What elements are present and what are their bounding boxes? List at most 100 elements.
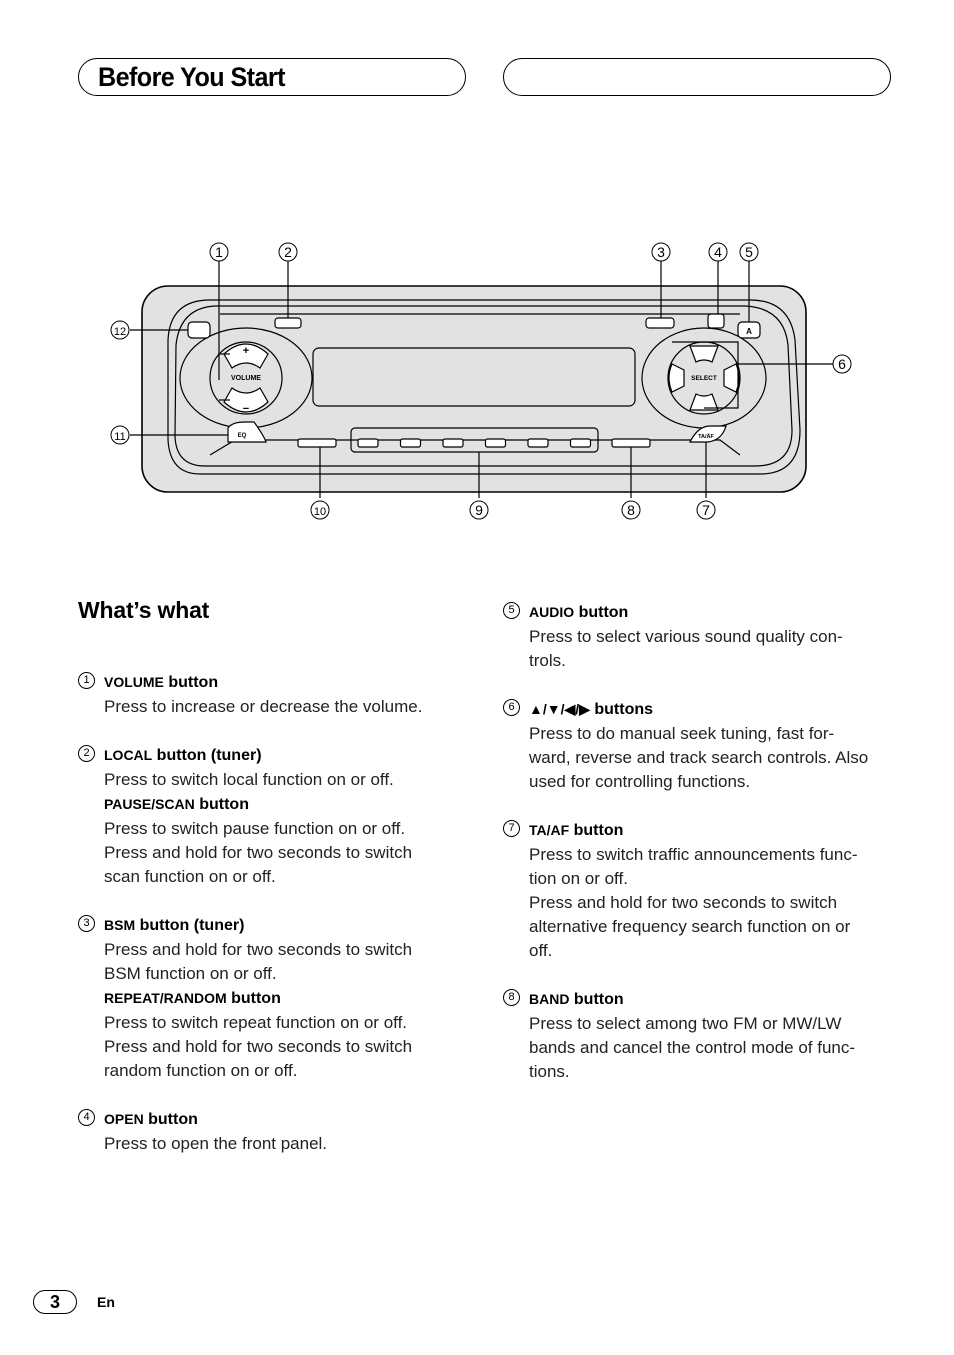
minus-label: −: [243, 403, 249, 415]
entry-item: 1 VOLUME button Press to increase or decre…: [78, 670, 458, 719]
entry-title-caps: OPEN: [104, 1111, 144, 1127]
entry-item: 3 BSM button (tuner) Press and hold for tw…: [78, 913, 458, 1083]
callout-9: 9: [469, 500, 489, 520]
entry-title-rest: button: [569, 991, 624, 1008]
callout-7: 7: [696, 500, 716, 520]
entry-title-rest: button: [574, 604, 629, 621]
entry-description: Press to switch traffic announcements fu…: [529, 845, 858, 960]
entry-title: BAND button: [529, 987, 898, 1012]
panel-inner-contour: [167, 299, 801, 475]
preset-button-1: [357, 438, 379, 448]
entry-title: REPEAT/RANDOM button: [104, 986, 458, 1011]
volume-label: VOLUME: [231, 375, 261, 382]
entry-title-rest: button: [226, 990, 281, 1007]
callout-number: 9: [475, 502, 483, 518]
entry-number-badge: 6: [503, 699, 520, 716]
section-header: Before You Start: [78, 58, 466, 96]
entry-number-badge: 7: [503, 820, 520, 837]
entry-title-rest: button (tuner): [135, 917, 245, 934]
entry-item: 4 OPEN button Press to open the front pane…: [78, 1107, 458, 1156]
callout-number: 6: [838, 356, 846, 372]
entry-title-rest: button: [163, 674, 219, 691]
callout-10: 10: [310, 500, 330, 520]
plus-label: +: [243, 345, 249, 357]
entry-title: PAUSE/SCAN button: [104, 792, 458, 817]
entry-title-rest: button: [143, 1111, 198, 1128]
entry-number-badge: 5: [503, 602, 520, 619]
entry-description: Press to select among two FM or MW/LW ba…: [529, 1014, 856, 1081]
language-code: En: [97, 1294, 115, 1310]
callout-3: 3: [651, 242, 671, 262]
callout-8: 8: [621, 500, 641, 520]
audio-label: A: [746, 327, 752, 336]
preset-button-5: [527, 438, 549, 448]
entry-title-rest: button: [569, 822, 624, 839]
entry-number-badge: 4: [78, 1109, 95, 1126]
entry-description: Press to switch repeat function on or of…: [104, 1013, 413, 1080]
entry-title: TA/AF button: [529, 818, 898, 843]
band-button: [611, 438, 651, 448]
callout-number: 4: [714, 244, 722, 260]
function-button: [297, 438, 337, 448]
release-button: [187, 321, 211, 339]
callout-number: 8: [627, 502, 635, 518]
entry-title-caps: BSM: [104, 917, 136, 933]
entry-item: 5 AUDIO button Press to select various sou…: [503, 600, 898, 673]
entry-number-badge: 3: [78, 915, 95, 932]
callout-number: 11: [114, 431, 125, 443]
section-title: What’s what: [78, 597, 210, 623]
ta-af-label: TA/ÄF: [698, 433, 714, 440]
preset-button-6: [569, 438, 592, 448]
callout-number: 7: [702, 502, 710, 518]
entry-title-caps: REPEAT/RANDOM: [104, 990, 227, 1006]
callout-12: 12: [110, 320, 130, 340]
entry-title: LOCAL button (tuner): [104, 743, 458, 768]
local-pause-scan-button: [274, 317, 302, 329]
entry-description: Press to switch pause function on or off…: [104, 819, 413, 886]
entry-item: 7 TA/AF button Press to switch traffic ann…: [503, 818, 898, 963]
callout-5: 5: [739, 242, 759, 262]
entry-title-caps: VOLUME: [104, 674, 164, 690]
entry-title-caps: AUDIO: [529, 604, 575, 620]
entry-title: BSM button (tuner): [104, 913, 458, 938]
eq-label: EQ: [238, 433, 247, 439]
callout-number: 10: [314, 506, 326, 518]
page-number: 3: [33, 1290, 77, 1314]
entry-title: AUDIO button: [529, 600, 898, 625]
head-unit-diagram: VOLUME + − SELECT EQ TA/ÄF A 1 2 3 4 5678910…: [110, 242, 852, 520]
entry-title-caps: LOCAL: [104, 747, 153, 763]
entry-description: Press to switch local function on or off…: [104, 770, 394, 789]
entry-item: 6 ▲/▼/◀/▶ buttons Press to do manual seek …: [503, 697, 898, 794]
entry-description: Press to do manual seek tuning, fast for…: [529, 724, 869, 791]
entries-right-column: 5 AUDIO button Press to select various sou…: [503, 600, 898, 1108]
entry-title-caps: BAND: [529, 991, 570, 1007]
entry-title-caps: PAUSE/SCAN: [104, 796, 195, 812]
header-blank-pill: [503, 58, 891, 96]
preset-button-4: [484, 438, 507, 448]
callout-6: 6: [832, 354, 852, 374]
callout-11: 11: [110, 425, 130, 445]
entry-description: Press and hold for two seconds to switch…: [104, 940, 413, 983]
entry-item: 8 BAND button Press to select among two FM…: [503, 987, 898, 1084]
entry-number-badge: 8: [503, 989, 520, 1006]
callout-number: 3: [657, 244, 665, 260]
callout-1: 1: [209, 242, 229, 262]
entry-item: 2 LOCAL button (tuner) Press to switch loc…: [78, 743, 458, 889]
entry-title-rest: button: [194, 796, 249, 813]
callout-number: 1: [215, 244, 223, 260]
entry-title-rest: button (tuner): [152, 747, 262, 764]
callout-number: 12: [114, 326, 126, 338]
callout-2: 2: [278, 242, 298, 262]
open-button: [707, 313, 725, 329]
entry-description: Press to open the front panel.: [104, 1134, 328, 1153]
entry-description: Press to increase or decrease the volume…: [104, 697, 423, 716]
entry-title-caps: TA/AF: [529, 822, 570, 838]
callout-4: 4: [708, 242, 728, 262]
callout-number: 2: [284, 244, 292, 260]
bsm-repeat-random-button: [645, 317, 675, 329]
page-title: Before You Start: [98, 62, 285, 92]
entry-number-badge: 2: [78, 745, 95, 762]
entry-title: ▲/▼/◀/▶ buttons: [529, 697, 898, 722]
entry-title-caps: ▲/▼/◀/▶: [529, 701, 590, 717]
entry-title: OPEN button: [104, 1107, 458, 1132]
